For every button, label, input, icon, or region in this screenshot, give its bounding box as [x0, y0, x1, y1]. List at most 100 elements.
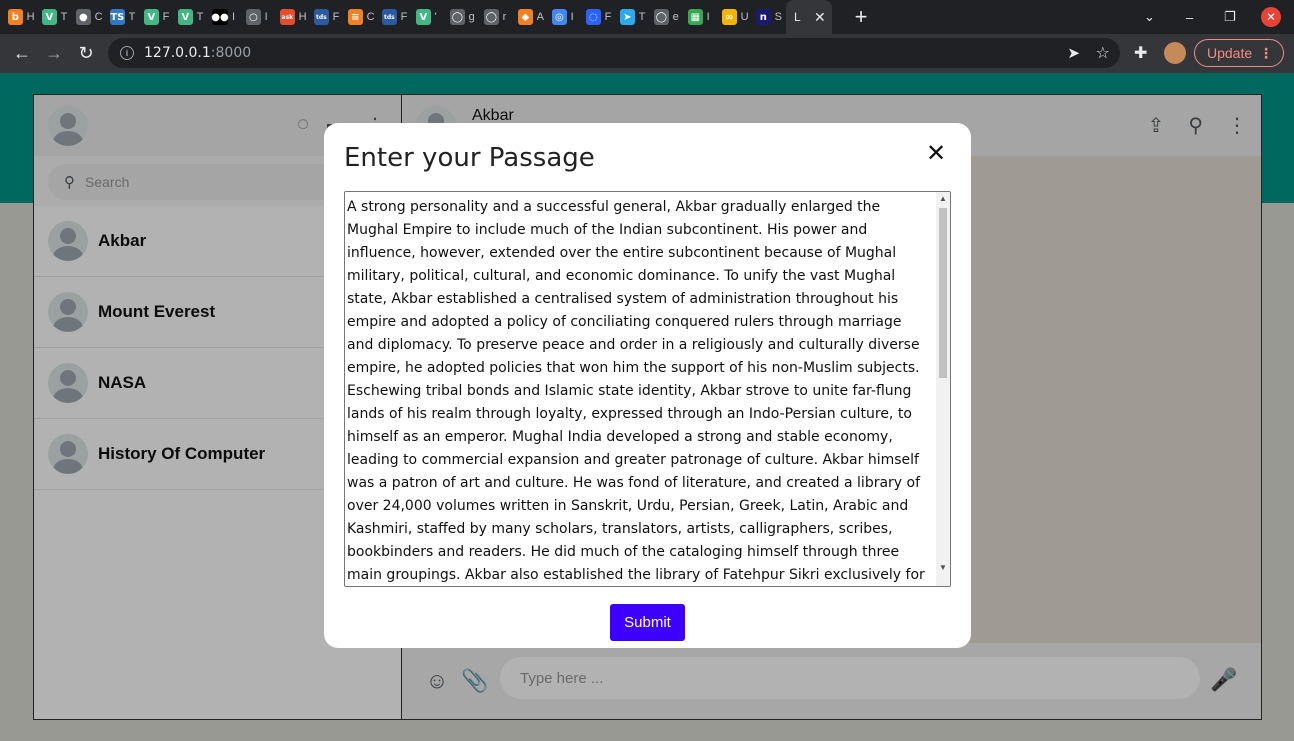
tab-title: I: [570, 11, 574, 23]
browser-tab[interactable]: ▦ I: [680, 0, 714, 34]
browser-tab[interactable]: ● C: [68, 0, 102, 34]
tab-title: ': [434, 11, 437, 23]
minimize-button[interactable]: –: [1186, 0, 1193, 34]
tab-favicon-icon: ○: [246, 9, 261, 25]
bookmark-star-icon[interactable]: ☆: [1096, 43, 1110, 63]
tab-favicon-icon: ●: [76, 9, 91, 25]
close-tab-icon[interactable]: ✕: [814, 9, 826, 26]
browser-tab[interactable]: TS T: [102, 0, 136, 34]
tab-favicon-icon: tds: [314, 9, 329, 25]
scroll-down-icon[interactable]: ▼: [939, 563, 947, 572]
tab-title: S: [774, 11, 782, 23]
browser-tab[interactable]: ∞ U: [714, 0, 748, 34]
tab-title: F: [162, 11, 170, 23]
tab-favicon-icon: b: [8, 9, 23, 25]
active-tab-title: L: [794, 10, 801, 24]
scrollbar-thumb[interactable]: [939, 208, 947, 378]
browser-tab[interactable]: VT: [34, 0, 68, 34]
profile-avatar[interactable]: [1164, 42, 1186, 64]
scroll-up-icon[interactable]: ▲: [939, 194, 947, 203]
tab-favicon-icon: ◯: [654, 9, 669, 25]
tab-title: U: [740, 11, 748, 23]
reload-icon[interactable]: ↻: [70, 43, 102, 64]
browser-tab[interactable]: ◆ A: [510, 0, 544, 34]
forward-icon[interactable]: →: [38, 43, 70, 64]
browser-tab[interactable]: ≡ C: [340, 0, 374, 34]
browser-tab[interactable]: VF: [136, 0, 170, 34]
tab-favicon-icon: ◌: [586, 9, 601, 25]
tab-title: T: [60, 11, 68, 23]
passage-textarea[interactable]: A strong personality and a successful ge…: [344, 191, 951, 587]
maximize-button[interactable]: ❐: [1224, 0, 1236, 34]
menu-dots-icon[interactable]: ⋮: [1259, 45, 1273, 62]
update-button[interactable]: Update ⋮: [1194, 39, 1284, 67]
tab-favicon-icon: ➤: [620, 9, 635, 25]
browser-tab[interactable]: ◯ r: [476, 0, 510, 34]
passage-text: A strong personality and a successful ge…: [347, 199, 925, 583]
tab-favicon-icon: ◆: [518, 9, 533, 25]
close-window-button[interactable]: ✕: [1261, 0, 1281, 34]
tab-favicon-icon: ∞: [722, 9, 737, 25]
browser-toolbar: ← → ↻ i 127.0.0.1:8000 ➤ ☆ ✚ Update ⋮: [0, 34, 1294, 73]
tab-title: g: [468, 11, 475, 23]
browser-tab[interactable]: ●● I: [204, 0, 238, 34]
browser-tab[interactable]: VT: [170, 0, 204, 34]
tab-title: r: [502, 11, 507, 23]
tab-favicon-icon: tds: [382, 9, 397, 25]
browser-tab-bar: b H V T ● C TS T V F V T ●● I ○ Iask Htds F ≡ Ctds F V ' ◯ g ◯ r ◆ A…: [0, 0, 1294, 34]
tab-favicon-icon: ◎: [552, 9, 567, 25]
browser-tab[interactable]: V ': [408, 0, 442, 34]
tab-favicon-icon: ●●: [211, 9, 229, 25]
browser-tab[interactable]: ➤ T: [612, 0, 646, 34]
browser-tab[interactable]: tds F: [374, 0, 408, 34]
browser-tab[interactable]: ask H: [272, 0, 306, 34]
browser-tab[interactable]: ◌ F: [578, 0, 612, 34]
tab-title: C: [366, 11, 374, 23]
browser-tab[interactable]: ◎ I: [544, 0, 578, 34]
update-label: Update: [1207, 45, 1253, 61]
tab-title: e: [672, 11, 679, 23]
tab-title: F: [604, 11, 612, 23]
tab-title: T: [196, 11, 204, 23]
textarea-scrollbar[interactable]: ▲ ▼: [936, 192, 950, 586]
tab-title: T: [638, 11, 646, 23]
tab-favicon-icon: V: [144, 9, 159, 25]
close-modal-button[interactable]: ✕: [925, 142, 947, 166]
tab-title: F: [400, 11, 408, 23]
send-icon[interactable]: ➤: [1067, 44, 1080, 62]
submit-button[interactable]: Submit: [610, 604, 685, 641]
tab-favicon-icon: TS: [110, 9, 125, 25]
address-bar[interactable]: i 127.0.0.1:8000 ➤ ☆: [108, 38, 1120, 68]
modal-title: Enter your Passage: [344, 143, 595, 173]
browser-tab[interactable]: ○ I: [238, 0, 272, 34]
browser-tab[interactable]: ◯ g: [442, 0, 476, 34]
browser-tab[interactable]: nS: [748, 0, 782, 34]
tab-favicon-icon: V: [42, 9, 57, 25]
site-info-icon[interactable]: i: [120, 46, 134, 60]
tab-strip: b H V T ● C TS T V F V T ●● I ○ Iask Htds F ≡ Ctds F V ' ◯ g ◯ r ◆ A…: [0, 0, 782, 34]
tab-favicon-icon: ask: [280, 9, 295, 25]
tab-title: I: [706, 11, 710, 23]
browser-tab[interactable]: ◯ e: [646, 0, 680, 34]
tab-title: H: [298, 11, 306, 23]
tab-favicon-icon: ▦: [688, 9, 703, 25]
tab-favicon-icon: ◯: [484, 9, 499, 25]
tab-favicon-icon: V: [178, 9, 193, 25]
tab-title: I: [264, 11, 268, 23]
tab-title: A: [536, 11, 544, 23]
back-icon[interactable]: ←: [6, 43, 38, 64]
extensions-icon[interactable]: ✚: [1134, 43, 1147, 63]
tab-title: H: [26, 11, 34, 23]
tab-favicon-icon: ◯: [450, 9, 465, 25]
tab-title: T: [128, 11, 136, 23]
browser-tab[interactable]: bH: [0, 0, 34, 34]
url-text: 127.0.0.1:8000: [144, 45, 252, 61]
browser-tab[interactable]: tds F: [306, 0, 340, 34]
tab-title: F: [332, 11, 340, 23]
passage-modal: Enter your Passage ✕ A strong personalit…: [324, 123, 971, 648]
tab-search-icon[interactable]: ⌄: [1144, 0, 1155, 34]
tab-favicon-icon: ≡: [348, 9, 363, 25]
active-tab[interactable]: L ✕: [786, 0, 832, 34]
new-tab-button[interactable]: +: [846, 4, 876, 30]
tab-favicon-icon: n: [756, 9, 771, 25]
